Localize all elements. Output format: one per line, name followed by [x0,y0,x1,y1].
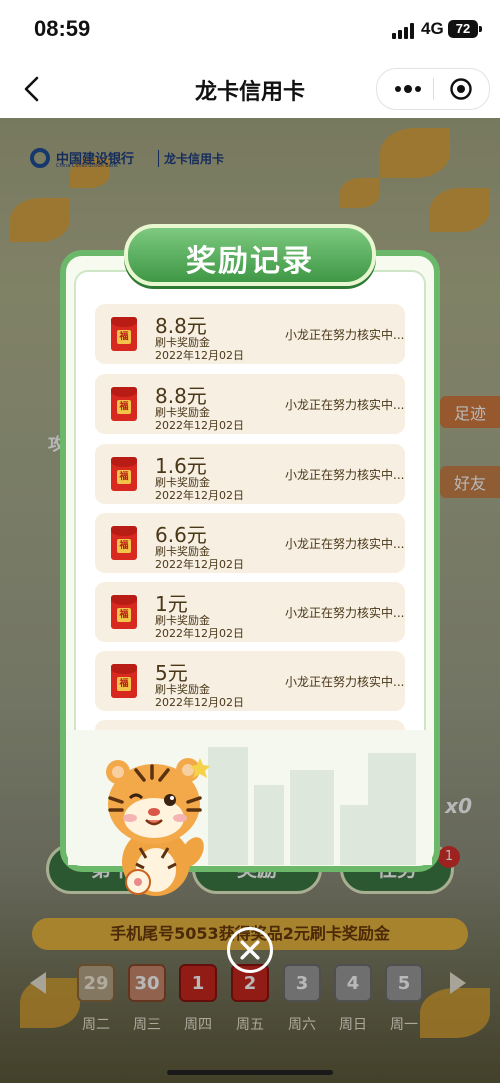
reward-status: 小龙正在努力核实中... [285,606,405,620]
reward-record-card-partial [95,720,405,730]
red-envelope-icon: 福 [111,387,137,421]
status-time: 08:59 [34,16,91,41]
more-dots-icon[interactable] [395,81,421,97]
red-envelope-icon: 福 [111,317,137,351]
reward-status: 小龙正在努力核实中... [285,468,405,482]
home-indicator [167,1070,333,1075]
reward-record-list[interactable]: 福 8.8元 刷卡奖励金 2022年12月02日 小龙正在努力核实中... 福 … [95,304,405,730]
red-envelope-icon: 福 [111,664,137,698]
red-envelope-icon: 福 [111,457,137,491]
reward-date: 2022年12月02日 [155,349,244,362]
mini-program-capsule [376,68,490,110]
reward-status: 小龙正在努力核实中... [285,675,405,689]
battery-icon: 72 [448,20,482,38]
reward-record-card: 福 8.8元 刷卡奖励金 2022年12月02日 小龙正在努力核实中... [95,304,405,364]
signal-icon [392,23,416,39]
modal-header: 奖励记录 [124,224,376,286]
nav-bar: 龙卡信用卡 [0,60,500,118]
capsule-divider [433,78,434,100]
modal-title: 奖励记录 [186,244,314,279]
status-bar: 08:59 4G 72 [0,0,500,60]
network-label: 4G [421,19,444,38]
red-envelope-icon: 福 [111,595,137,629]
reward-date: 2022年12月02日 [155,696,244,709]
reward-date: 2022年12月02日 [155,419,244,432]
reward-status: 小龙正在努力核实中... [285,328,405,342]
tiger-mascot-icon [106,758,210,896]
reward-date: 2022年12月02日 [155,627,244,640]
reward-record-card: 福 6.6元 刷卡奖励金 2022年12月02日 小龙正在努力核实中... [95,513,405,573]
reward-record-card: 福 1.6元 刷卡奖励金 2022年12月02日 小龙正在努力核实中... [95,444,405,504]
reward-record-card: 福 1元 刷卡奖励金 2022年12月02日 小龙正在努力核实中... [95,582,405,642]
reward-record-card: 福 8.8元 刷卡奖励金 2022年12月02日 小龙正在努力核实中... [95,374,405,434]
reward-date: 2022年12月02日 [155,558,244,571]
reward-record-card: 福 5元 刷卡奖励金 2022年12月02日 小龙正在努力核实中... [95,651,405,711]
close-circle-icon[interactable] [227,927,273,973]
reward-date: 2022年12月02日 [155,489,244,502]
red-envelope-icon: 福 [111,526,137,560]
reward-status: 小龙正在努力核实中... [285,398,405,412]
reward-status: 小龙正在努力核实中... [285,537,405,551]
target-icon[interactable] [449,77,473,101]
